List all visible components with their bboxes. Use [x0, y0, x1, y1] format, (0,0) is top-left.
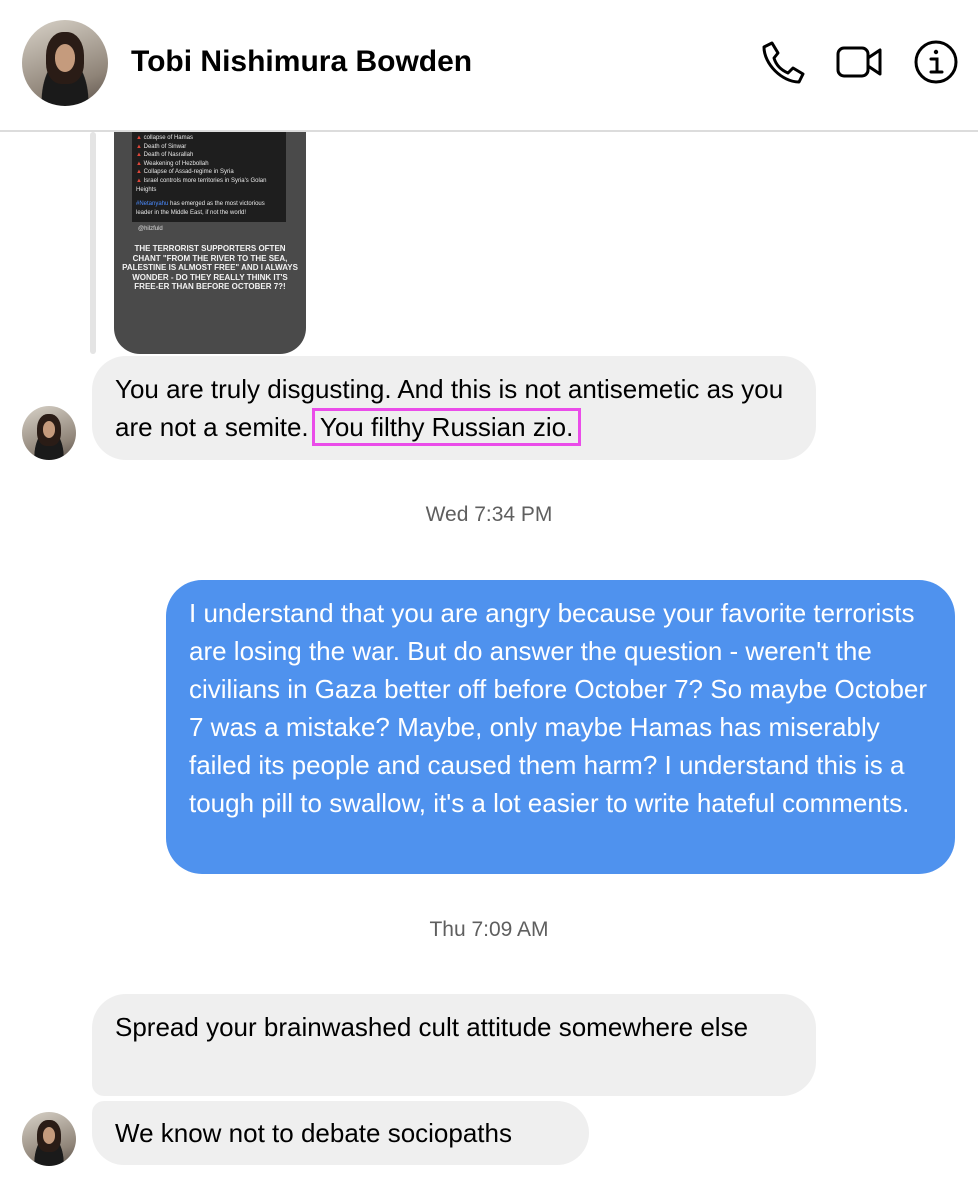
info-icon[interactable]	[912, 38, 960, 86]
message-bubble-incoming[interactable]: You are truly disgusting. And this is no…	[92, 356, 816, 460]
story-list-item: ▲ Collapse of Assad-regime in Syria	[136, 169, 234, 176]
reply-indicator-line	[90, 132, 96, 354]
timestamp: Thu 7:09 AM	[429, 918, 549, 941]
story-hashtag: #Netanyahu	[136, 201, 169, 208]
story-list-item: ▲ Death of Sinwar	[136, 143, 187, 150]
sender-avatar[interactable]	[22, 1112, 76, 1166]
message-text: I understand that you are angry because …	[189, 598, 928, 818]
story-hashtag-line: #Netanyahu has emerged as the most victo…	[136, 200, 282, 217]
story-text-card: ▲ collapse of Hamas ▲ Death of Sinwar ▲ …	[132, 132, 286, 222]
chat-header: Tobi Nishimura Bowden	[0, 0, 978, 132]
story-credit: @hilzfuld	[138, 226, 163, 232]
message-bubble-incoming[interactable]: We know not to debate sociopaths	[92, 1101, 589, 1165]
message-text: We know not to debate sociopaths	[115, 1118, 512, 1148]
timestamp: Wed 7:34 PM	[425, 503, 553, 526]
contact-name[interactable]: Tobi Nishimura Bowden	[131, 42, 472, 82]
message-text: Spread your brainwashed cult attitude so…	[115, 1012, 749, 1042]
phone-icon[interactable]	[758, 38, 806, 86]
message-bubble-incoming[interactable]: Spread your brainwashed cult attitude so…	[92, 994, 816, 1096]
message-bubble-outgoing[interactable]: I understand that you are angry because …	[166, 580, 955, 874]
sender-avatar[interactable]	[22, 406, 76, 460]
shared-story-preview[interactable]: ▲ collapse of Hamas ▲ Death of Sinwar ▲ …	[114, 132, 306, 354]
story-list-item: ▲ Death of Nasrallah	[136, 152, 194, 159]
highlighted-text: You filthy Russian zio.	[311, 408, 582, 446]
story-list-item: ▲ collapse of Hamas	[136, 135, 193, 141]
story-caption: THE TERRORIST SUPPORTERS OFTEN CHANT "FR…	[122, 244, 298, 291]
contact-avatar[interactable]	[22, 20, 108, 106]
story-list-item: ▲ Weakening of Hezbollah	[136, 160, 209, 167]
story-list-item: ▲ Israel controls more territories in Sy…	[136, 177, 267, 193]
video-call-icon[interactable]	[834, 38, 882, 86]
